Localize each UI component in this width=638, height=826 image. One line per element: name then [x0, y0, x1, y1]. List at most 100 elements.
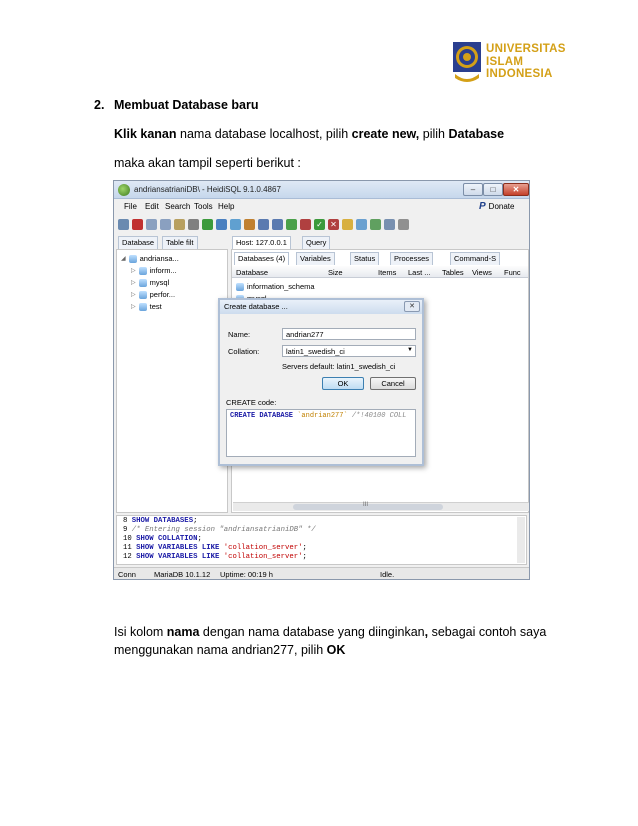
- cancel-icon[interactable]: ✕: [328, 218, 339, 230]
- scrollbar-thumb[interactable]: III: [293, 502, 443, 510]
- sql-log-line: 11 SHOW VARIABLES LIKE 'collation_server…: [123, 544, 526, 553]
- name-label: Name:: [228, 330, 251, 339]
- filter-icon[interactable]: [356, 218, 367, 230]
- tree-item-label: test: [149, 302, 162, 311]
- tab-databases[interactable]: Databases (4): [234, 252, 290, 265]
- tab-command-stats[interactable]: Command-S: [450, 252, 501, 265]
- menu-help[interactable]: Help: [218, 202, 234, 211]
- column-header[interactable]: Tables: [442, 268, 464, 277]
- collation-value: latin1_swedish_ci: [286, 347, 345, 356]
- log-icon[interactable]: [398, 218, 409, 230]
- dialog-close-button[interactable]: ✕: [404, 301, 420, 312]
- save-icon[interactable]: [384, 218, 395, 230]
- collation-select[interactable]: latin1_swedish_ci ▼: [282, 345, 416, 357]
- column-header[interactable]: Last ...: [408, 268, 431, 277]
- post-icon[interactable]: ✓: [314, 218, 325, 230]
- menu-search[interactable]: Search: [165, 202, 190, 211]
- logo-line-3: INDONESIA: [486, 68, 553, 80]
- heidisql-window: andriansatrianiDB\ - HeidiSQL 9.1.0.4867…: [113, 180, 530, 580]
- copy-icon[interactable]: [146, 218, 157, 230]
- tree-item[interactable]: ▷ test: [131, 302, 162, 311]
- collapse-icon[interactable]: ▷: [131, 303, 136, 310]
- insert-record-icon[interactable]: [286, 218, 297, 230]
- maintenance-icon[interactable]: [230, 218, 241, 230]
- main-tabs: Database Table filt Host: 127.0.0.1 Quer…: [114, 234, 529, 249]
- donate-label: Donate: [488, 202, 515, 211]
- collapse-icon[interactable]: ▷: [131, 267, 136, 274]
- maximize-button[interactable]: □: [483, 183, 503, 196]
- column-header[interactable]: Size: [328, 268, 343, 277]
- print-icon[interactable]: [188, 218, 199, 230]
- collapse-icon[interactable]: ▷: [131, 279, 136, 286]
- delete-record-icon[interactable]: [300, 218, 311, 230]
- expand-icon[interactable]: ◢: [121, 255, 126, 262]
- first-record-icon[interactable]: [258, 218, 269, 230]
- column-header[interactable]: Views: [472, 268, 492, 277]
- text: nama database localhost, pilih: [176, 127, 352, 141]
- tree-item[interactable]: ▷ mysql: [131, 278, 169, 287]
- instruction-paragraph-3: Isi kolom nama dengan nama database yang…: [114, 625, 546, 639]
- horizontal-scrollbar[interactable]: III: [233, 502, 529, 511]
- close-button[interactable]: ✕: [503, 183, 529, 196]
- tree-item[interactable]: ▷ perfor...: [131, 290, 175, 299]
- collapse-icon[interactable]: ▷: [131, 291, 136, 298]
- tab-host[interactable]: Host: 127.0.0.1: [232, 236, 291, 249]
- menu-file[interactable]: File: [124, 202, 137, 211]
- column-header[interactable]: Items: [378, 268, 396, 277]
- section-number: 2.: [94, 98, 105, 112]
- last-record-icon[interactable]: [272, 218, 283, 230]
- university-name: UNIVERSITAS ISLAM INDONESIA: [486, 43, 566, 81]
- database-name: information_schema: [247, 282, 315, 291]
- sql-log-line: 8 SHOW DATABASES;: [123, 517, 526, 526]
- line-number: 10: [123, 535, 137, 543]
- column-header[interactable]: Func: [504, 268, 521, 277]
- window-title: andriansatrianiDB\ - HeidiSQL 9.1.0.4867: [134, 185, 281, 194]
- tab-processes[interactable]: Processes: [390, 252, 434, 265]
- database-icon: [236, 282, 244, 291]
- menu-tools[interactable]: Tools: [194, 202, 213, 211]
- disconnect-icon[interactable]: [132, 218, 143, 230]
- title-bar[interactable]: andriansatrianiDB\ - HeidiSQL 9.1.0.4867…: [114, 181, 529, 199]
- vertical-scrollbar[interactable]: [517, 517, 525, 563]
- sql-token: /* Entering session "andriansatrianiDB" …: [131, 526, 316, 534]
- minimize-button[interactable]: –: [463, 183, 483, 196]
- server-version: MariaDB 10.1.12: [154, 570, 211, 579]
- tab-status[interactable]: Status: [350, 252, 380, 265]
- database-icon: [138, 302, 147, 311]
- sql-token: ;: [193, 517, 198, 525]
- chevron-down-icon: ▼: [407, 347, 413, 353]
- run-query-icon[interactable]: [342, 218, 353, 230]
- server-default-note: Servers default: latin1_swedish_ci: [282, 362, 396, 371]
- refresh-icon[interactable]: [202, 218, 213, 230]
- sql-export-icon[interactable]: [244, 218, 255, 230]
- create-code-editor[interactable]: CREATE DATABASE `andrian277` /*!40100 CO…: [226, 409, 416, 457]
- toolbar: ✓ ✕: [118, 215, 526, 233]
- grid-icon[interactable]: [370, 218, 381, 230]
- uptime: Uptime: 00:19 h: [220, 570, 273, 579]
- user-manager-icon[interactable]: [216, 218, 227, 230]
- tree-item-label: inform...: [149, 266, 177, 275]
- tab-variables[interactable]: Variables: [296, 252, 335, 265]
- tab-database-tree[interactable]: Database: [118, 236, 159, 249]
- tab-table-filter[interactable]: Table filt: [162, 236, 198, 249]
- tree-item[interactable]: ▷ inform...: [131, 266, 177, 275]
- sql-token: ;: [302, 544, 307, 552]
- sql-token: SHOW VARIABLES LIKE: [136, 544, 224, 552]
- cancel-button[interactable]: Cancel: [370, 377, 416, 390]
- session-manager-icon[interactable]: [118, 218, 129, 230]
- dialog-title[interactable]: Create database ...: [220, 300, 422, 314]
- name-field[interactable]: andrian277: [282, 328, 416, 340]
- column-header[interactable]: Database: [236, 268, 268, 277]
- export-icon[interactable]: [174, 218, 185, 230]
- menu-edit[interactable]: Edit: [145, 202, 159, 211]
- tree-root[interactable]: ◢ andriansa...: [121, 254, 179, 263]
- tree-item-label: mysql: [149, 278, 170, 287]
- donate-button[interactable]: P Donate: [479, 201, 514, 212]
- paste-icon[interactable]: [160, 218, 171, 230]
- ok-button[interactable]: OK: [322, 377, 364, 390]
- sql-token: ;: [197, 535, 202, 543]
- sql-log: 8 SHOW DATABASES; 9 /* Entering session …: [116, 515, 527, 565]
- text: sebagai contoh saya: [428, 625, 547, 639]
- tab-query[interactable]: Query: [302, 236, 331, 249]
- table-row[interactable]: information_schema: [236, 282, 315, 291]
